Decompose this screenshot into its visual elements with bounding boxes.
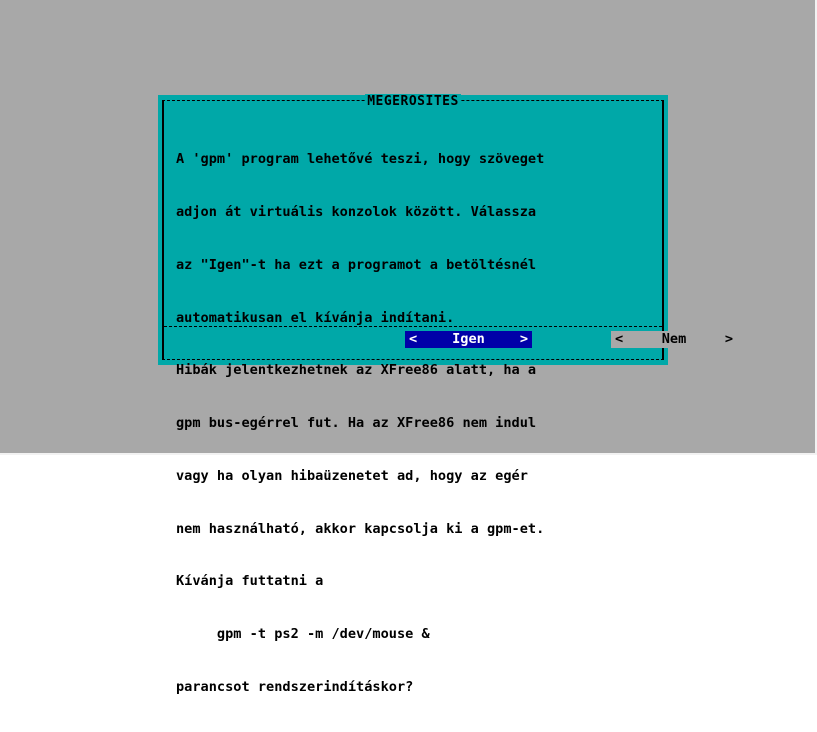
yes-button-label: Igen xyxy=(452,331,485,347)
yes-button[interactable]: < Igen > xyxy=(405,331,532,348)
no-button-label: Nem xyxy=(661,331,687,347)
dialog-title: MEGEROSITES xyxy=(365,94,461,109)
command-line: gpm -t ps2 -m /dev/mouse & xyxy=(176,626,430,643)
message-line: vagy ha olyan hibaüzenetet ad, hogy az e… xyxy=(176,467,528,484)
message-line: Kívánja futtatni a xyxy=(176,573,324,590)
no-button[interactable]: < Nem > xyxy=(611,331,737,348)
message-line: parancsot rendszerindításkor? xyxy=(176,679,414,695)
dialog-title-bar: MEGEROSITES xyxy=(164,92,662,110)
message-line: A 'gpm' program lehetővé teszi, hogy szö… xyxy=(176,151,545,168)
dialog-frame: MEGEROSITES A 'gpm' program lehetővé tes… xyxy=(162,94,664,695)
message-line: gpm bus-egérrel fut. Ha az XFree86 nem i… xyxy=(176,415,537,432)
message-line: nem használható, akkor kapcsolja ki a gp… xyxy=(176,520,545,537)
message-line: adjon át virtuális konzolok között. Vála… xyxy=(176,203,537,220)
message-line: automatikusan el kívánja indítani. xyxy=(176,309,455,326)
right-arrow-icon: > xyxy=(519,331,528,347)
confirmation-dialog: MEGEROSITES A 'gpm' program lehetővé tes… xyxy=(158,94,737,695)
message-line: az "Igen"-t ha ezt a programot a betölté… xyxy=(176,256,537,273)
button-separator xyxy=(164,326,662,327)
right-arrow-icon: > xyxy=(724,331,733,347)
desktop-background: MEGEROSITES A 'gpm' program lehetővé tes… xyxy=(0,0,817,695)
dialog-message: A 'gpm' program lehetővé teszi, hogy szö… xyxy=(176,116,666,732)
